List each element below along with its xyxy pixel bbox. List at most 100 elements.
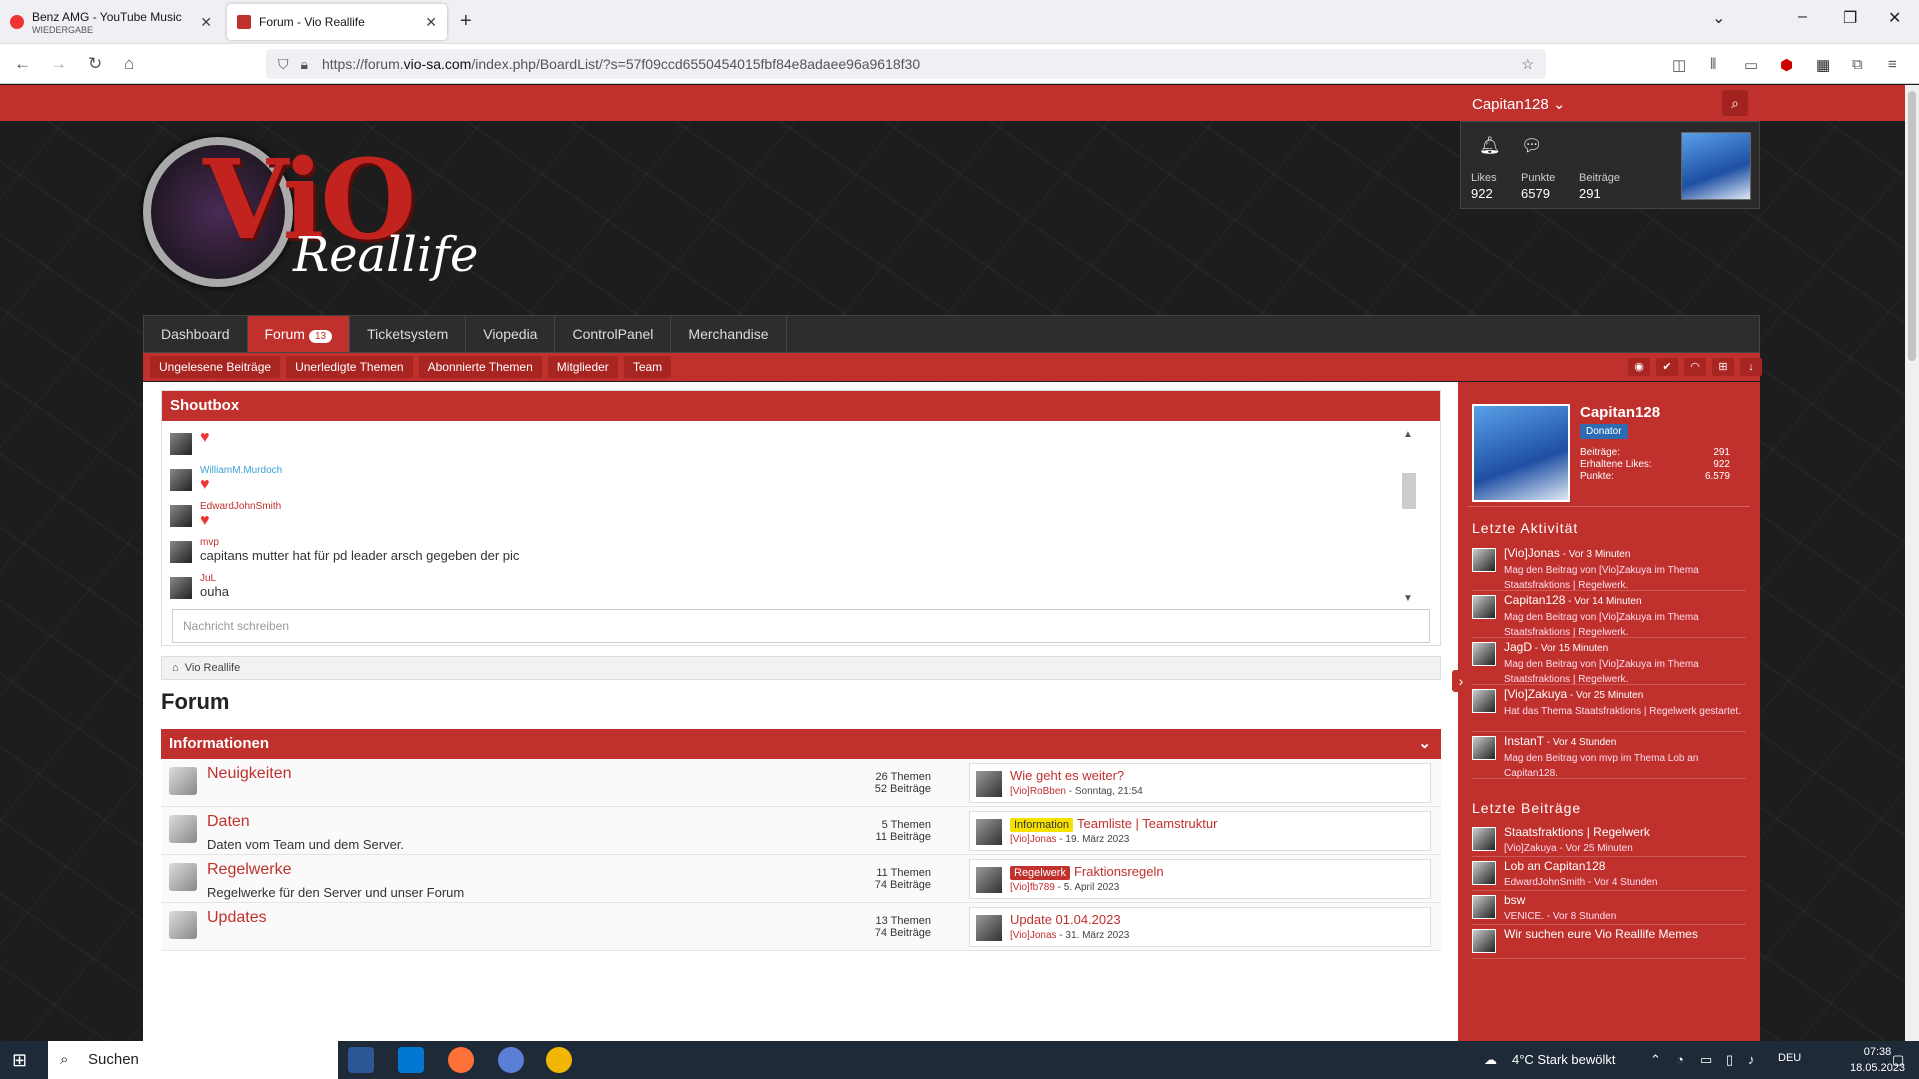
ublock-icon[interactable]: ⬢ xyxy=(1780,56,1793,74)
shoutbox-author[interactable]: EdwardJohnSmith xyxy=(200,501,281,512)
last-post-title[interactable]: Teamliste | Teamstruktur xyxy=(1077,816,1217,831)
recent-post-title[interactable]: Wir suchen eure Vio Reallife Memes xyxy=(1504,927,1698,941)
check-icon[interactable]: ✔ xyxy=(1656,358,1678,376)
last-post-title[interactable]: Fraktionsregeln xyxy=(1074,864,1164,879)
bookmark-star-icon[interactable]: ☆ xyxy=(1521,56,1534,73)
activity-user[interactable]: [Vio]Jonas xyxy=(1504,546,1560,560)
subnav-unsolved[interactable]: Unerledigte Themen xyxy=(286,356,413,378)
close-tab-icon[interactable]: ✕ xyxy=(425,14,437,31)
mark-read-eye-icon[interactable]: ◉ xyxy=(1628,358,1650,376)
profile-avatar[interactable] xyxy=(1472,404,1570,502)
nav-forum[interactable]: Forum 13 xyxy=(247,316,351,352)
notification-icon[interactable]: ▢ xyxy=(1892,1052,1904,1068)
windows-start-icon[interactable]: ⊞ xyxy=(12,1050,27,1071)
network-icon[interactable]: ▭ xyxy=(1700,1052,1712,1068)
url-text[interactable]: https://forum.vio-sa.com/index.php/Board… xyxy=(322,56,920,72)
firefox-icon[interactable] xyxy=(448,1047,474,1073)
chat-icon[interactable]: 💬︎ xyxy=(1521,136,1543,156)
scroll-up-icon[interactable]: ▲ xyxy=(1403,429,1413,440)
pocket-icon[interactable]: ◫ xyxy=(1672,56,1686,74)
tab-list-chevron-icon[interactable]: ⌄ xyxy=(1712,8,1725,28)
section-informationen[interactable]: Informationen ⌄ xyxy=(161,729,1441,759)
rss-icon[interactable]: ◠ xyxy=(1684,358,1706,376)
avatar[interactable] xyxy=(1472,827,1496,851)
arrow-down-icon[interactable]: ↓ xyxy=(1740,358,1762,376)
nav-viopedia[interactable]: Viopedia xyxy=(466,316,556,352)
last-post-user[interactable]: [Vio]Jonas xyxy=(1010,834,1057,845)
profile-name[interactable]: Capitan128 xyxy=(1580,404,1660,421)
app-icon[interactable] xyxy=(546,1047,572,1073)
restore-icon[interactable]: ❐ xyxy=(1843,8,1857,28)
tab-youtube-music[interactable]: Benz AMG - YouTube Music WIEDERGABE ✕ xyxy=(0,4,222,40)
site-logo[interactable]: ViO Reallife xyxy=(143,135,478,297)
shoutbox-input[interactable]: Nachricht schreiben xyxy=(172,609,1430,643)
shield-icon[interactable]: ⛉ xyxy=(278,56,289,73)
minimize-icon[interactable]: – xyxy=(1798,8,1807,26)
avatar[interactable] xyxy=(1472,595,1496,619)
shoutbox-scrollbar[interactable]: ▲ ▼ xyxy=(1400,429,1416,604)
avatar[interactable] xyxy=(1681,132,1751,200)
avatar[interactable] xyxy=(170,541,192,563)
board-name[interactable]: Daten xyxy=(207,813,250,831)
store-icon[interactable] xyxy=(398,1047,424,1073)
avatar[interactable] xyxy=(976,915,1002,941)
avatar[interactable] xyxy=(1472,929,1496,953)
avatar[interactable] xyxy=(170,469,192,491)
task-view-icon[interactable] xyxy=(348,1047,374,1073)
tab-forum[interactable]: Forum - Vio Reallife ✕ xyxy=(227,4,447,40)
nav-ticketsystem[interactable]: Ticketsystem xyxy=(350,316,467,352)
shoutbox-author[interactable]: WilliamM.Murdoch xyxy=(200,465,282,476)
scroll-down-icon[interactable]: ▼ xyxy=(1403,593,1413,604)
last-post-title[interactable]: Wie geht es weiter? xyxy=(1010,768,1124,783)
home-icon[interactable]: ⌂ xyxy=(172,662,179,674)
subnav-members[interactable]: Mitglieder xyxy=(547,356,618,378)
nav-controlpanel[interactable]: ControlPanel xyxy=(555,316,672,352)
avatar[interactable] xyxy=(170,505,192,527)
page-scrollbar[interactable] xyxy=(1905,85,1919,1041)
nav-merchandise[interactable]: Merchandise xyxy=(671,316,787,352)
recent-post-title[interactable]: Staatsfraktions | Regelwerk xyxy=(1504,825,1650,839)
avatar[interactable] xyxy=(976,771,1002,797)
sidebar-toggle-icon[interactable]: › xyxy=(1452,670,1470,692)
last-post-user[interactable]: [Vio]Jonas xyxy=(1010,930,1057,941)
board-name[interactable]: Neuigkeiten xyxy=(207,765,292,783)
avatar[interactable] xyxy=(1472,642,1496,666)
menu-icon[interactable]: ≡ xyxy=(1888,56,1897,73)
activity-user[interactable]: Capitan128 xyxy=(1504,593,1565,607)
sitemap-icon[interactable]: ⊞ xyxy=(1712,358,1734,376)
board-name[interactable]: Updates xyxy=(207,909,267,927)
container-icon[interactable]: ▦ xyxy=(1816,56,1830,74)
close-window-icon[interactable]: ✕ xyxy=(1888,8,1901,28)
home-icon[interactable]: ⌂ xyxy=(124,54,134,74)
avatar[interactable] xyxy=(1472,689,1496,713)
app-icon[interactable] xyxy=(498,1047,524,1073)
avatar[interactable] xyxy=(1472,736,1496,760)
avatar[interactable] xyxy=(976,819,1002,845)
tray-app-icon[interactable]: ◔ xyxy=(1676,1052,1684,1067)
subnav-team[interactable]: Team xyxy=(623,356,672,378)
weather-icon[interactable]: ☁ xyxy=(1484,1052,1497,1068)
username-menu[interactable]: Capitan128 ⌄ xyxy=(1472,95,1565,113)
shoutbox-author[interactable]: mvp xyxy=(200,537,519,548)
avatar[interactable] xyxy=(170,433,192,455)
avatar[interactable] xyxy=(170,577,192,599)
last-post-user[interactable]: [Vio]fb789 xyxy=(1010,882,1055,893)
subnav-unread[interactable]: Ungelesene Beiträge xyxy=(150,356,281,378)
last-post-user[interactable]: [Vio]RoBben xyxy=(1010,786,1066,797)
avatar[interactable] xyxy=(976,867,1002,893)
tray-chevron-icon[interactable]: ⌃ xyxy=(1650,1052,1661,1068)
scroll-thumb[interactable] xyxy=(1402,473,1416,509)
avatar[interactable] xyxy=(1472,548,1496,572)
lock-icon[interactable]: 🔒︎ xyxy=(301,56,308,73)
address-bar[interactable]: ⛉ 🔒︎ https://forum.vio-sa.com/index.php/… xyxy=(266,49,1546,79)
scroll-thumb[interactable] xyxy=(1908,91,1916,361)
breadcrumb-link[interactable]: Vio Reallife xyxy=(185,662,240,674)
chevron-down-icon[interactable]: ⌄ xyxy=(1418,729,1431,759)
search-icon[interactable]: ⌕ xyxy=(1722,90,1748,116)
last-post-title[interactable]: Update 01.04.2023 xyxy=(1010,912,1121,927)
shoutbox-author[interactable]: JuL xyxy=(200,573,229,584)
sidebar-icon[interactable]: ▭ xyxy=(1744,56,1758,74)
forward-icon[interactable]: → xyxy=(50,54,67,74)
avatar[interactable] xyxy=(1472,861,1496,885)
volume-icon[interactable]: ♪ xyxy=(1748,1052,1755,1067)
